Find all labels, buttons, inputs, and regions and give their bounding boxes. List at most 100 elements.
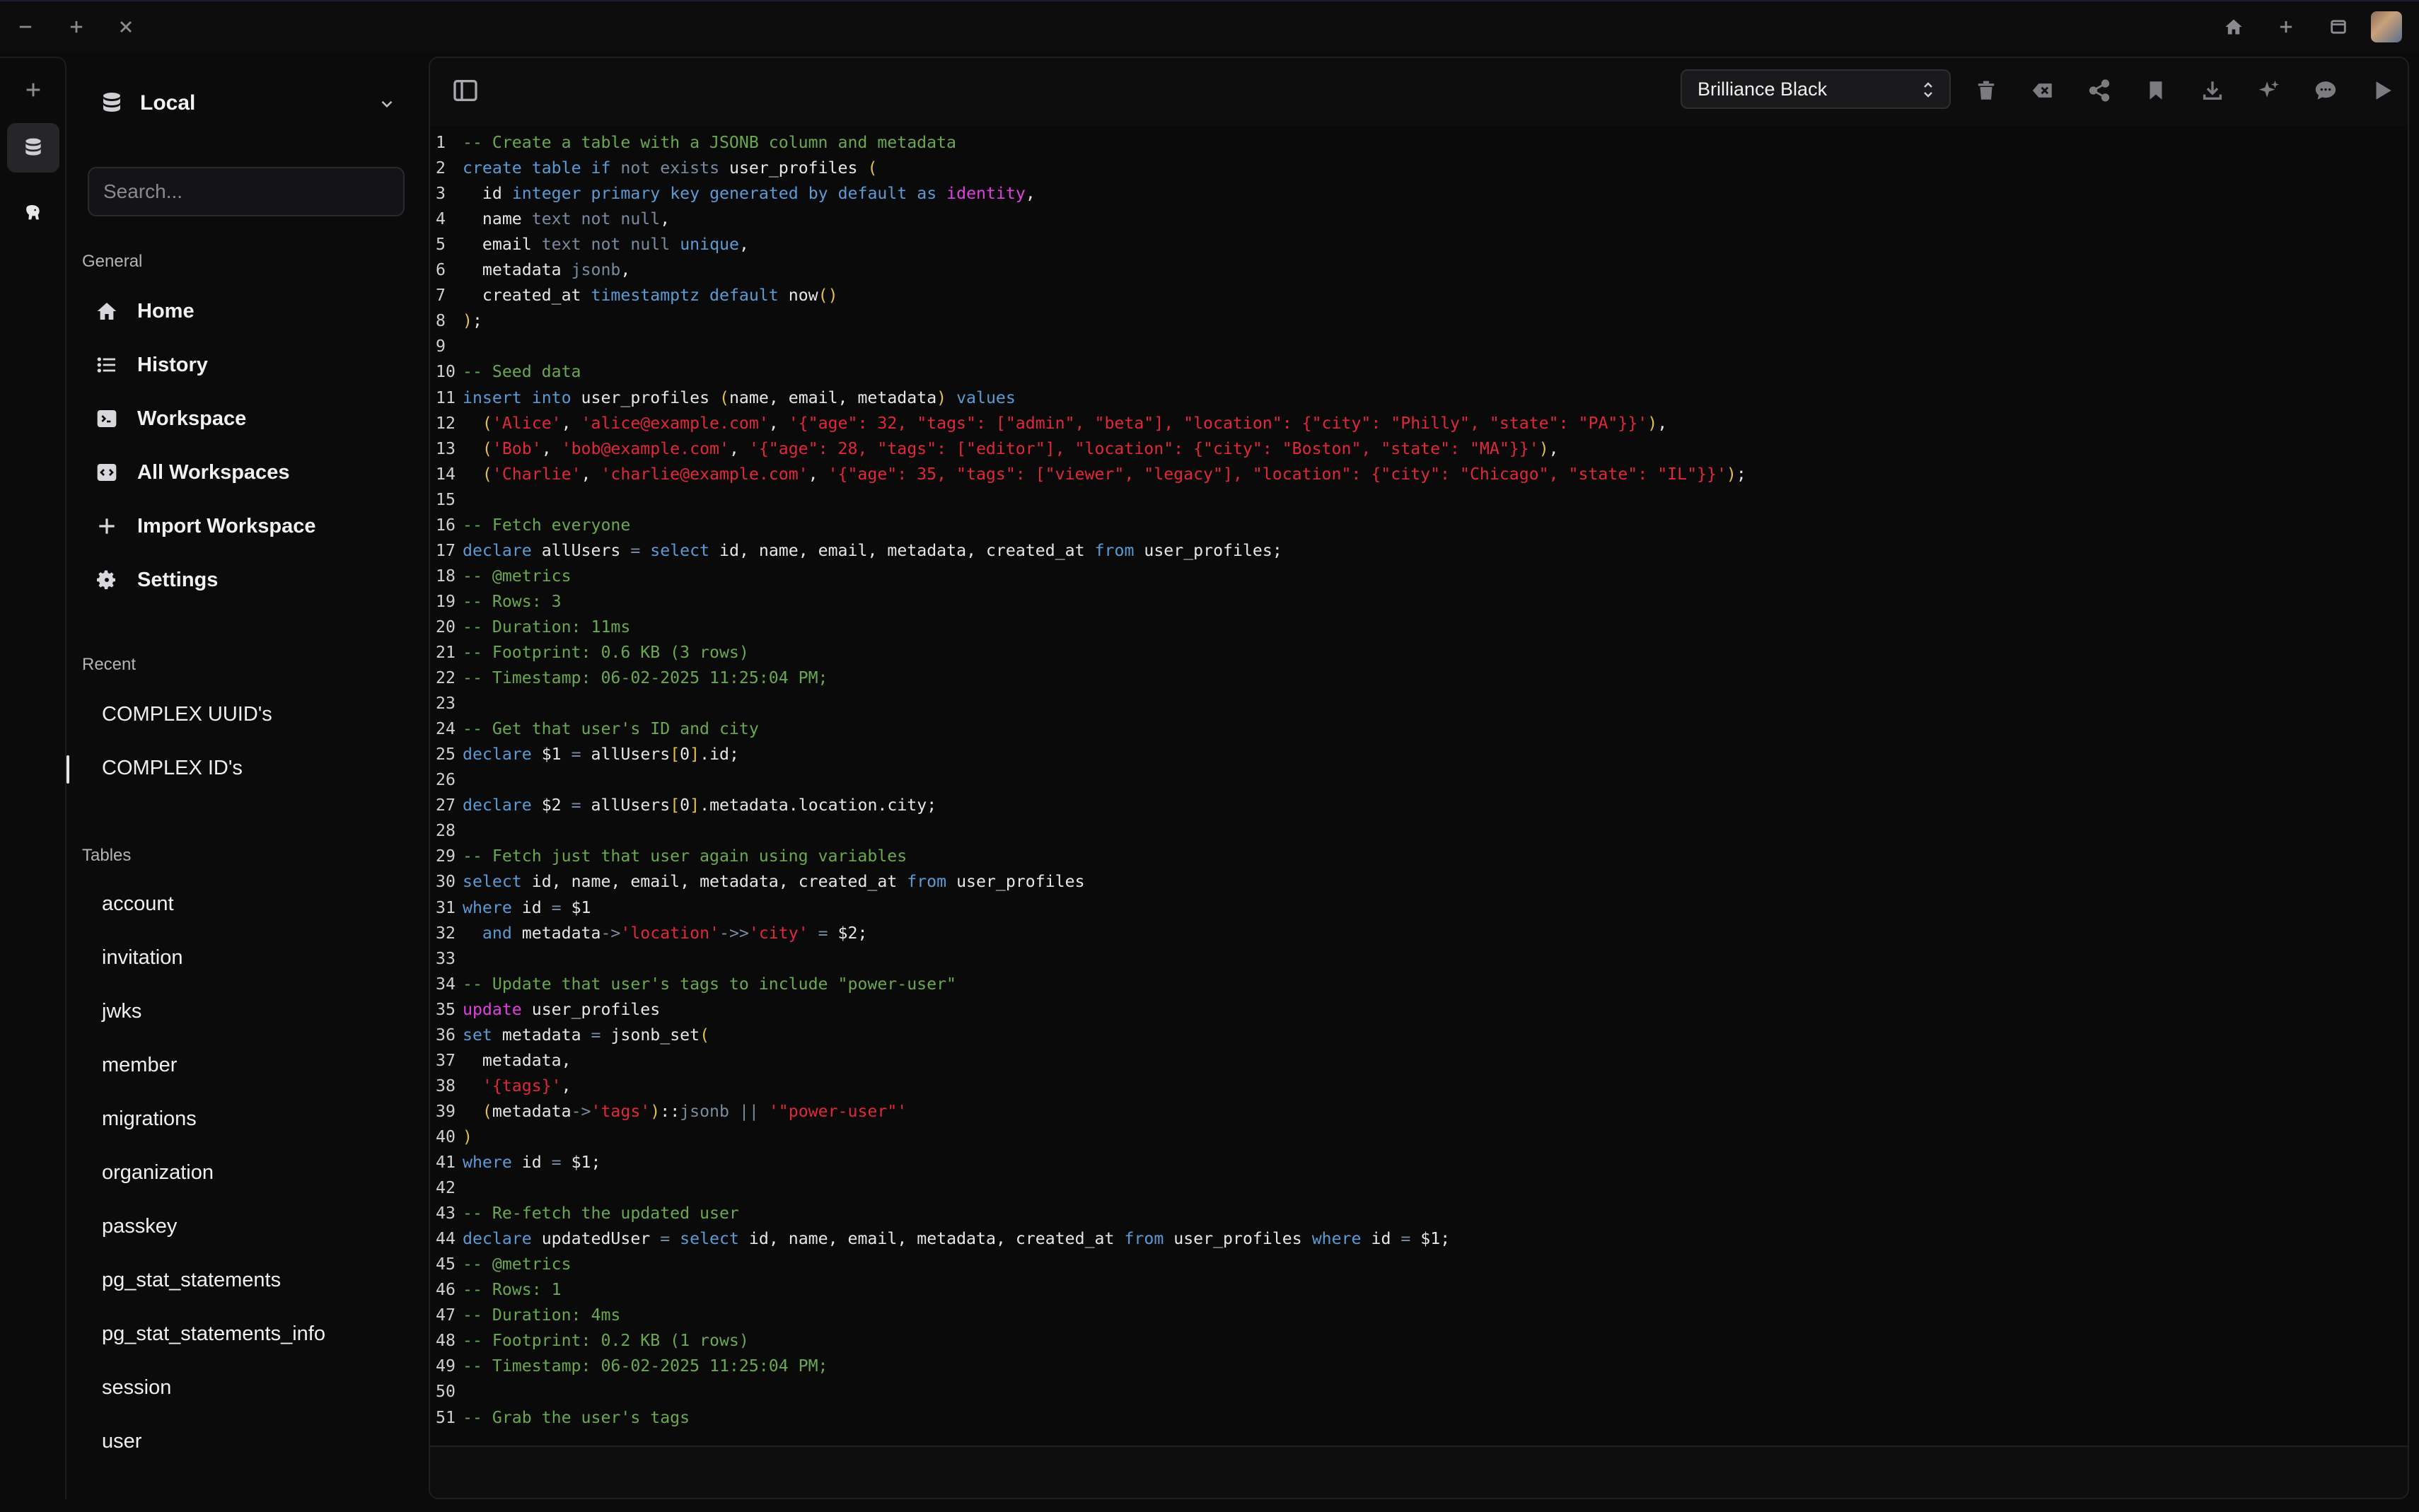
line-number: 33 [436,948,456,968]
code-text: -- Fetch everyone [463,515,631,535]
search-input[interactable] [88,167,405,216]
table-item-label: user [102,1429,142,1453]
code-text: where id = $1 [463,897,591,917]
line-number: 25 [436,745,456,764]
new-tab-plus-icon[interactable] [64,14,89,40]
connection-name: Local [140,91,196,115]
table-item-session[interactable]: session [102,1366,399,1409]
sidebar-toggle-icon[interactable] [451,76,480,105]
table-item-member[interactable]: member [102,1044,399,1086]
database-icon[interactable] [7,123,59,173]
code-text: metadata jsonb, [482,260,631,280]
connection-selector[interactable]: Local [99,81,396,126]
terminal-icon [95,407,119,431]
line-number: 23 [436,694,456,714]
line-number: 11 [436,388,456,407]
code-text: -- Duration: 4ms [463,1305,621,1325]
close-icon[interactable] [113,14,139,40]
download-icon[interactable] [2197,75,2228,106]
table-item-passkey[interactable]: passkey [102,1205,399,1248]
line-number: 35 [436,999,456,1019]
code-text: where id = $1; [463,1153,601,1172]
line-number: 44 [436,1229,456,1249]
line-number: 31 [436,897,456,917]
table-item-label: migrations [102,1107,197,1130]
line-number: 6 [436,260,446,280]
code-text: select id, name, email, metadata, create… [463,872,1085,892]
run-icon[interactable] [2367,75,2398,106]
nav-workspace[interactable]: Workspace [95,397,392,440]
recent-item-label: COMPLEX ID's [102,756,243,779]
add-connection-plus-icon[interactable] [7,65,59,115]
line-number: 22 [436,668,456,688]
active-indicator [66,755,69,784]
line-number: 20 [436,617,456,636]
code-text: ('Charlie', 'charlie@example.com', '{"ag… [482,464,1746,484]
code-text: and metadata->'location'->>'city' = $2; [482,923,868,943]
code-text: declare $1 = allUsers[0].id; [463,745,739,764]
table-item-jwks[interactable]: jwks [102,990,399,1033]
recent-item-active[interactable]: COMPLEX ID's [102,747,399,789]
line-number: 36 [436,1025,456,1045]
clear-icon[interactable] [2027,75,2058,106]
table-item-label: pg_stat_statements_info [102,1322,325,1345]
sidebar: Local General Home History Workspace All… [66,57,420,1499]
table-item-invitation[interactable]: invitation [102,936,399,979]
share-icon[interactable] [2084,75,2115,106]
nav-all-workspaces-label: All Workspaces [137,460,290,484]
table-item-label: jwks [102,999,142,1023]
line-number: 19 [436,591,456,611]
database-icon [103,93,120,112]
code-text: -- Rows: 1 [463,1280,562,1300]
code-text: -- @metrics [463,566,572,586]
table-item-label: passkey [102,1214,178,1238]
table-item-user[interactable]: user [102,1420,399,1462]
line-number: 42 [436,1178,456,1198]
code-text: -- Timestamp: 06-02-2025 11:25:04 PM; [463,668,828,688]
window-icon[interactable] [2326,14,2351,40]
code-text: set metadata = jsonb_set( [463,1025,710,1045]
nav-import-workspace-label: Import Workspace [137,514,316,537]
code-text: declare updatedUser = select id, name, e… [463,1229,1451,1249]
trash-icon[interactable] [1971,75,2002,106]
table-item-label: organization [102,1161,214,1184]
elephant-logo-icon[interactable] [7,188,59,238]
home-icon [95,299,119,323]
table-item-account[interactable]: account [102,883,399,925]
home-icon[interactable] [2221,14,2246,40]
table-item-label: pg_stat_statements [102,1268,282,1291]
line-number: 21 [436,643,456,662]
code-text: -- Duration: 11ms [463,617,631,636]
chevron-down-icon [381,100,393,108]
line-number: 18 [436,566,456,586]
table-item-pg-stat-statements-info[interactable]: pg_stat_statements_info [102,1313,399,1355]
comment-icon[interactable] [2310,75,2341,106]
avatar[interactable] [2371,11,2402,42]
line-number: 48 [436,1331,456,1351]
table-item-migrations[interactable]: migrations [102,1098,399,1140]
line-number: 43 [436,1204,456,1223]
bookmark-icon[interactable] [2140,75,2171,106]
code-text: -- Timestamp: 06-02-2025 11:25:04 PM; [463,1356,828,1376]
recent-heading: Recent [82,655,137,674]
plus-icon[interactable] [2273,14,2299,40]
code-editor[interactable]: 1 -- Create a table with a JSONB column a… [430,130,2408,1431]
nav-all-workspaces[interactable]: All Workspaces [95,451,392,494]
recent-item-label: COMPLEX UUID's [102,702,272,726]
table-item-organization[interactable]: organization [102,1151,399,1194]
recent-item[interactable]: COMPLEX UUID's [102,693,399,735]
line-number: 28 [436,821,456,841]
table-item-pg-stat-statements[interactable]: pg_stat_statements [102,1259,399,1301]
sparkle-icon[interactable] [2253,75,2285,106]
code-text: ('Alice', 'alice@example.com', '{"age": … [482,413,1668,433]
nav-settings[interactable]: Settings [95,559,392,601]
nav-import-workspace[interactable]: Import Workspace [95,505,392,547]
nav-home[interactable]: Home [95,290,392,332]
code-text: -- Footprint: 0.2 KB (1 rows) [463,1331,749,1351]
theme-select[interactable]: Brilliance Black [1681,69,1951,109]
code-text: -- Re-fetch the updated user [463,1204,739,1223]
minimize-icon[interactable] [13,14,38,40]
line-number: 12 [436,413,456,433]
table-item-label: account [102,892,174,915]
nav-history[interactable]: History [95,344,392,386]
